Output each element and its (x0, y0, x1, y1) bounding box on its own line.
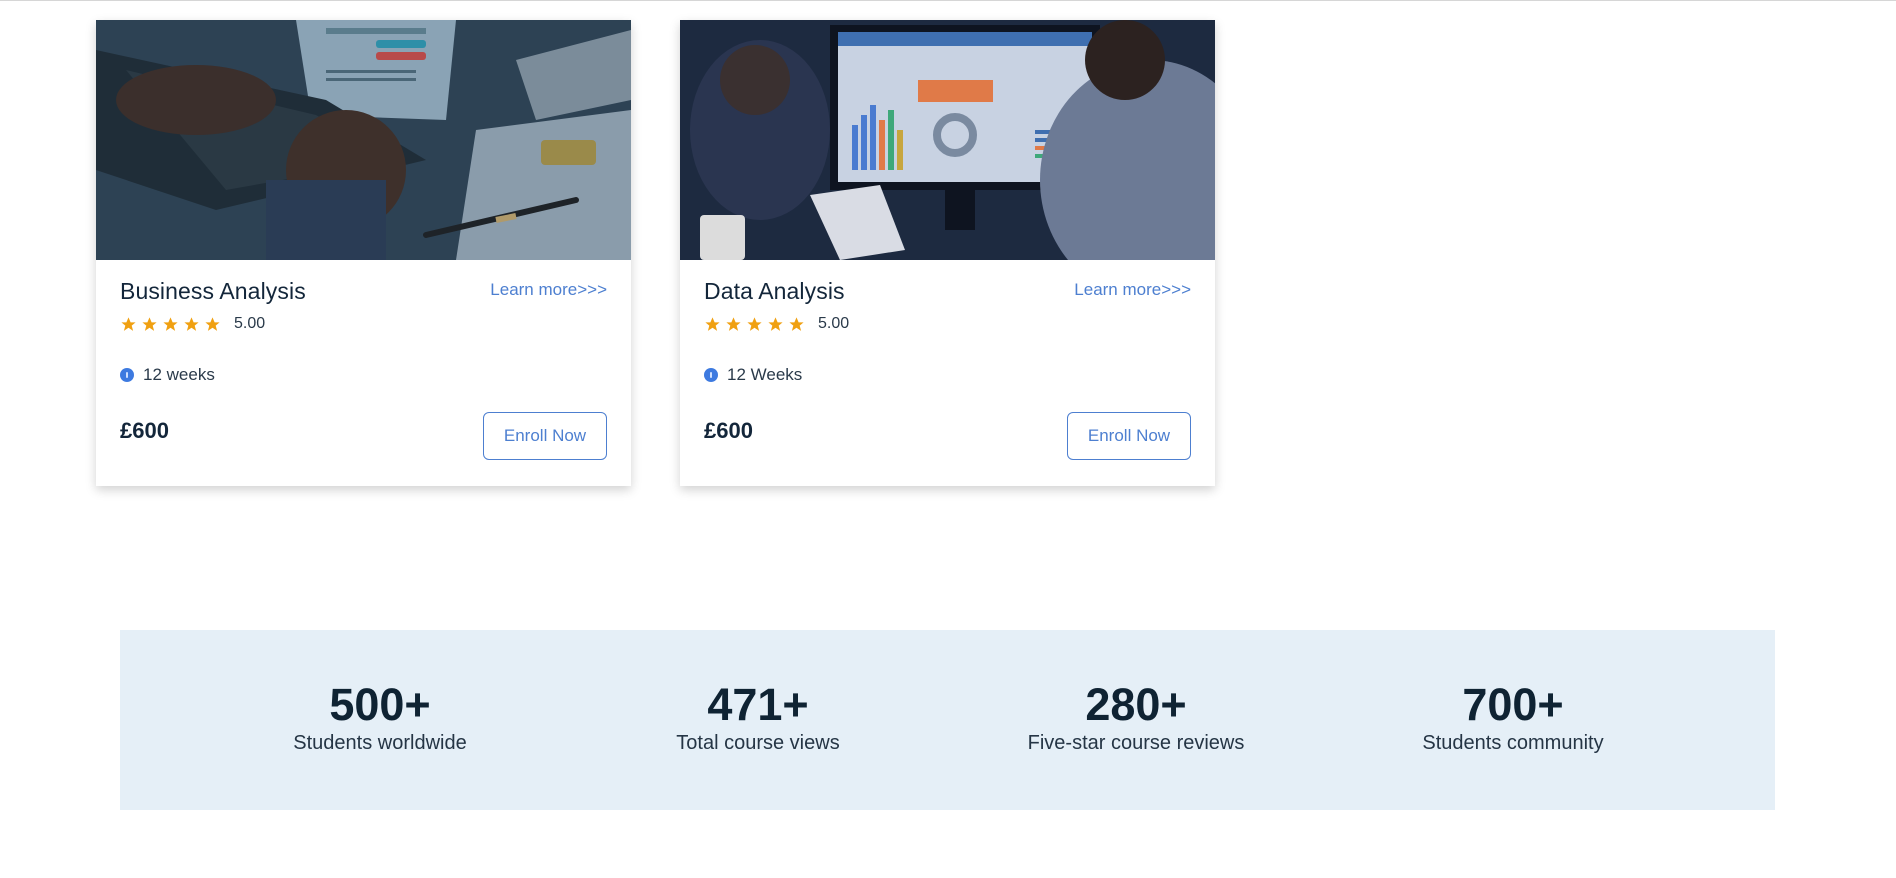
star-icon (768, 316, 783, 331)
top-divider (0, 0, 1896, 1)
star-icon (205, 316, 220, 331)
stat-label: Students worldwide (293, 732, 467, 754)
stat-value: 700+ (1462, 679, 1564, 730)
learn-more-link[interactable]: Learn more>>> (490, 280, 607, 300)
enroll-now-button[interactable]: Enroll Now (483, 412, 607, 460)
clock-icon (120, 368, 134, 382)
rating-value: 5.00 (234, 315, 266, 332)
course-duration: 12 weeks (120, 365, 215, 385)
learn-more-link[interactable]: Learn more>>> (1074, 280, 1191, 300)
star-icon (121, 316, 136, 331)
course-duration: 12 Weeks (704, 365, 802, 385)
enroll-now-button[interactable]: Enroll Now (1067, 412, 1191, 460)
course-title: Data Analysis (704, 278, 845, 304)
star-icon (747, 316, 762, 331)
stat-label: Students community (1422, 732, 1604, 754)
stat-label: Total course views (676, 732, 840, 754)
star-icon (726, 316, 741, 331)
duration-label: 12 weeks (143, 365, 215, 384)
course-card: Business Analysis Learn more>>> 5.00 12 … (96, 20, 631, 486)
clock-icon (704, 368, 718, 382)
stat-value: 280+ (1085, 679, 1187, 730)
stat-five-star-reviews: 280+ Five-star course reviews (976, 680, 1296, 755)
star-rating: 5.00 (704, 315, 849, 333)
stat-value: 471+ (707, 679, 809, 730)
star-icon (705, 316, 720, 331)
stat-students-community: 700+ Students community (1353, 680, 1673, 755)
stats-banner: 500+ Students worldwide 471+ Total cours… (120, 630, 1775, 810)
star-rating: 5.00 (120, 315, 265, 333)
star-icon (789, 316, 804, 331)
course-price: £600 (120, 418, 169, 443)
course-image (680, 20, 1215, 260)
star-icon (184, 316, 199, 331)
course-title: Business Analysis (120, 278, 306, 304)
course-image (96, 20, 631, 260)
course-price: £600 (704, 418, 753, 443)
stat-label: Five-star course reviews (1027, 732, 1245, 754)
stat-course-views: 471+ Total course views (598, 680, 918, 755)
star-icon (142, 316, 157, 331)
rating-value: 5.00 (818, 315, 850, 332)
course-card: Data Analysis Learn more>>> 5.00 12 Week… (680, 20, 1215, 486)
stat-value: 500+ (329, 679, 431, 730)
star-icon (163, 316, 178, 331)
stat-students-worldwide: 500+ Students worldwide (220, 680, 540, 755)
duration-label: 12 Weeks (727, 365, 803, 384)
